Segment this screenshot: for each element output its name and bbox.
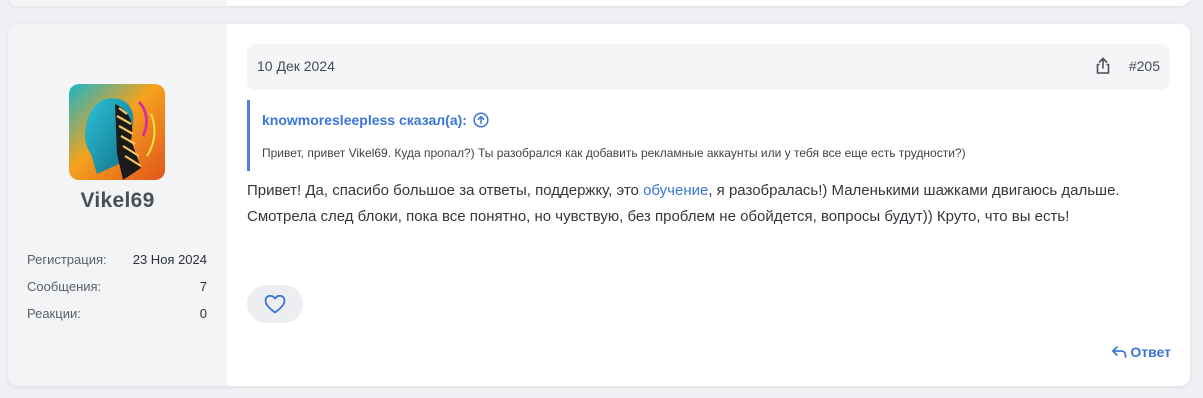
avatar[interactable] — [69, 84, 165, 180]
stat-label: Сообщения: — [27, 279, 102, 294]
arrow-up-circle-icon[interactable] — [473, 112, 489, 128]
post-main: 10 Дек 2024 #205 knowmoresleepless сказа… — [247, 24, 1190, 386]
forum-post: Vikel69 Регистрация: 23 Ноя 2024 Сообщен… — [8, 24, 1190, 386]
previous-post-user-side — [8, 0, 227, 6]
previous-post-card — [8, 0, 1190, 6]
heart-icon — [264, 294, 286, 314]
stat-value: 0 — [199, 306, 207, 321]
reply-button[interactable]: Ответ — [1111, 344, 1171, 360]
quote-block: knowmoresleepless сказал(а): Привет, при… — [247, 100, 1173, 171]
post-number[interactable]: #205 — [1129, 58, 1160, 74]
message-body: Привет! Да, спасибо большое за ответы, п… — [247, 178, 1177, 230]
stat-reactions: Реакции: 0 — [27, 300, 207, 327]
message-text: Привет! Да, спасибо большое за ответы, п… — [247, 182, 644, 199]
user-sidebar: Vikel69 Регистрация: 23 Ноя 2024 Сообщен… — [8, 24, 227, 386]
stat-label: Реакции: — [27, 306, 81, 321]
message-link[interactable]: обучение — [643, 182, 708, 199]
quote-text: Привет, привет Vikel69. Куда пропал?) Ты… — [262, 146, 966, 160]
stat-registration: Регистрация: 23 Ноя 2024 — [27, 246, 207, 273]
quote-author-link[interactable]: knowmoresleepless сказал(а): — [262, 112, 489, 128]
share-icon[interactable] — [1093, 56, 1113, 76]
avatar-image — [69, 84, 165, 180]
post-header: 10 Дек 2024 #205 — [247, 44, 1170, 90]
username[interactable]: Vikel69 — [8, 189, 227, 213]
stat-label: Регистрация: — [27, 252, 107, 267]
stat-messages: Сообщения: 7 — [27, 273, 207, 300]
quote-author: knowmoresleepless сказал(а): — [262, 112, 467, 128]
user-stats: Регистрация: 23 Ноя 2024 Сообщения: 7 Ре… — [27, 246, 207, 327]
reply-icon — [1112, 346, 1127, 358]
post-date[interactable]: 10 Дек 2024 — [257, 58, 335, 74]
stat-value: 23 Ноя 2024 — [132, 252, 207, 267]
like-button[interactable] — [247, 285, 303, 323]
stat-value: 7 — [199, 279, 207, 294]
reply-label: Ответ — [1130, 344, 1171, 360]
